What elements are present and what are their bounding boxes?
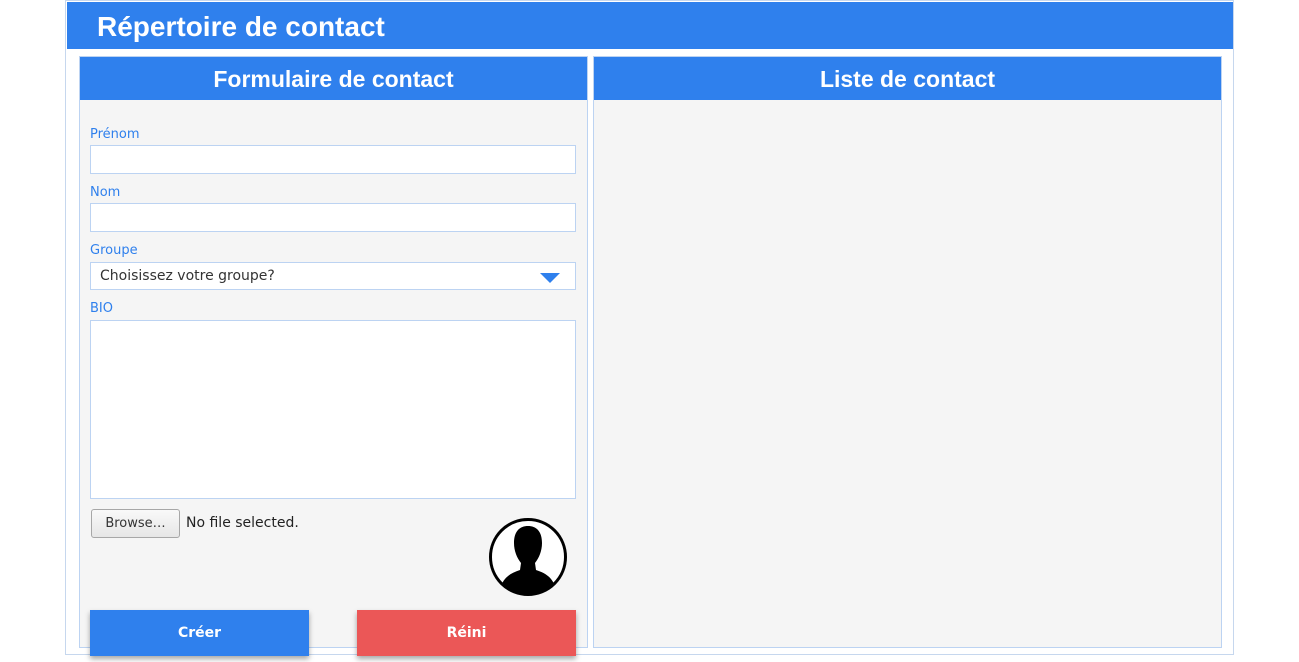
browse-file-button[interactable]: Browse… [91,509,180,538]
file-status-text: No file selected. [186,515,299,531]
contact-form-header: Formulaire de contact [80,57,587,100]
app-title: Répertoire de contact [97,11,385,42]
top-bar: Répertoire de contact [67,2,1233,49]
chevron-down-icon [540,273,560,283]
nom-input[interactable] [90,203,576,232]
user-silhouette-icon [489,518,567,596]
bio-label: BIO [90,301,113,316]
nom-label: Nom [90,185,121,200]
groupe-select[interactable]: Choisissez votre groupe? [90,262,576,290]
app-container: Répertoire de contact Formulaire de cont… [65,0,1234,656]
prenom-label: Prénom [90,127,140,142]
contact-list-header: Liste de contact [594,57,1221,100]
contact-form-panel: Formulaire de contact Prénom Nom Groupe … [79,56,588,656]
groupe-label: Groupe [90,243,138,258]
create-button[interactable]: Créer [90,610,309,656]
contact-list-panel: Liste de contact [593,56,1222,648]
prenom-input[interactable] [90,145,576,174]
groupe-selected-value: Choisissez votre groupe? [100,268,275,284]
bio-textarea[interactable] [90,320,576,499]
reset-button[interactable]: Réini [357,610,576,656]
